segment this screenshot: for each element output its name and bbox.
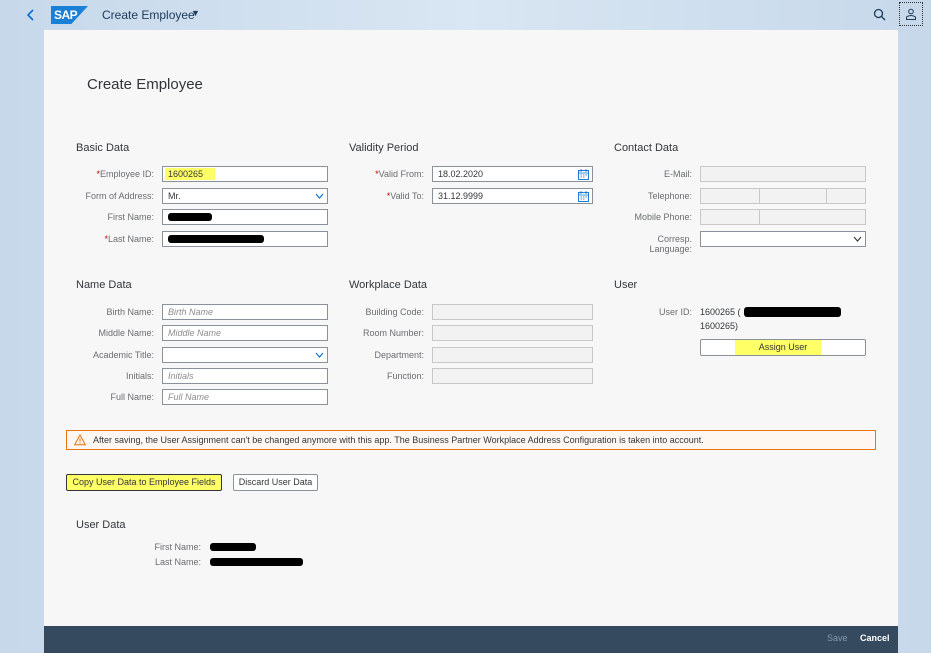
form-of-address-value: Mr. <box>168 191 181 201</box>
birth-name-input[interactable]: Birth Name <box>162 304 328 320</box>
redaction-mark <box>744 307 841 317</box>
valid-to-value: 31.12.9999 <box>438 191 484 201</box>
valid-to-label: *Valid To: <box>344 191 424 201</box>
assign-user-label: Assign User <box>758 342 808 352</box>
field-divider <box>759 210 760 224</box>
academic-title-select[interactable] <box>162 347 328 363</box>
full-name-label: Full Name: <box>110 392 154 402</box>
warning-message-strip: After saving, the User Assignment can't … <box>66 430 876 450</box>
valid-from-label-text: Valid From: <box>378 169 424 179</box>
initials-input[interactable]: Initials <box>162 368 328 384</box>
employee-id-label-text: Employee ID: <box>99 169 154 179</box>
name-data-title: Name Data <box>76 279 132 291</box>
back-icon <box>26 9 34 21</box>
building-code-input[interactable] <box>432 304 593 320</box>
discard-user-data-button[interactable]: Discard User Data <box>233 474 318 491</box>
search-button[interactable] <box>872 7 888 23</box>
contact-data-title: Contact Data <box>614 142 679 154</box>
email-label: E-Mail: <box>663 169 692 179</box>
room-number-label: Room Number: <box>362 328 424 338</box>
first-name-label: First Name: <box>107 212 154 222</box>
academic-title-label: Academic Title: <box>92 350 154 360</box>
calendar-icon[interactable] <box>578 191 589 202</box>
last-name-input[interactable] <box>162 231 328 247</box>
redaction-mark <box>168 213 212 221</box>
back-button[interactable] <box>22 6 40 24</box>
valid-to-label-text: Valid To: <box>390 191 424 201</box>
building-code-label: Building Code: <box>365 307 424 317</box>
redaction-mark <box>210 543 256 551</box>
employee-id-label: *Employee ID: <box>64 169 154 179</box>
chevron-down-icon <box>853 236 862 242</box>
valid-from-label: *Valid From: <box>344 169 424 179</box>
footer-toolbar: Save Cancel <box>44 626 898 653</box>
workplace-data-title: Workplace Data <box>349 279 428 291</box>
employee-id-value: 1600265 <box>168 169 204 179</box>
user-data-first-name-label: First Name: <box>154 542 201 552</box>
shell-bar: SAP Create Employee ▼ <box>0 0 931 30</box>
redaction-mark <box>210 558 303 566</box>
warning-icon <box>74 434 86 446</box>
email-input[interactable] <box>700 166 866 182</box>
birth-name-label: Birth Name: <box>106 307 154 317</box>
form-of-address-label: Form of Address: <box>85 191 154 201</box>
form-of-address-select[interactable]: Mr. <box>162 188 328 204</box>
full-name-input[interactable]: Full Name <box>162 389 328 405</box>
telephone-input[interactable] <box>700 188 866 204</box>
redaction-mark <box>168 235 264 243</box>
assign-user-button[interactable]: Assign User <box>700 339 866 356</box>
sap-logo: SAP <box>51 6 88 24</box>
room-number-input[interactable] <box>432 325 593 341</box>
function-input[interactable] <box>432 368 593 384</box>
chevron-down-icon[interactable]: ▼ <box>191 8 200 18</box>
middle-name-input[interactable]: Middle Name <box>162 325 328 341</box>
last-name-label-text: Last Name: <box>107 234 154 244</box>
save-button[interactable]: Save <box>827 633 848 643</box>
calendar-icon[interactable] <box>578 169 589 180</box>
initials-label: Initials: <box>125 371 154 381</box>
last-name-label: *Last Name: <box>64 234 154 244</box>
cancel-button[interactable]: Cancel <box>860 633 890 643</box>
user-id-value-line-1: 1600265 ( <box>700 307 741 317</box>
valid-from-value: 18.02.2020 <box>438 169 484 179</box>
validity-period-title: Validity Period <box>349 142 419 154</box>
copy-user-data-button[interactable]: Copy User Data to Employee Fields <box>66 474 222 491</box>
valid-to-input[interactable]: 31.12.9999 <box>432 188 593 204</box>
user-button[interactable] <box>899 2 923 26</box>
valid-from-input[interactable]: 18.02.2020 <box>432 166 593 182</box>
basic-data-title: Basic Data <box>76 142 130 154</box>
language-label-line-2: Language: <box>649 244 692 254</box>
search-icon <box>873 8 886 21</box>
user-id-value-line-2: 1600265) <box>700 321 739 331</box>
user-data-last-name-label: Last Name: <box>154 557 201 567</box>
user-id-label: User ID: <box>658 307 692 317</box>
employee-id-input[interactable]: 1600265 <box>162 166 328 182</box>
page-title: Create Employee <box>87 76 203 93</box>
warning-text: After saving, the User Assignment can't … <box>93 435 704 445</box>
chevron-down-icon <box>315 352 324 358</box>
language-label-line-1: Corresp. <box>657 234 692 244</box>
mobile-phone-input[interactable] <box>700 209 866 225</box>
middle-name-label: Middle Name: <box>98 328 154 338</box>
page: Create Employee Basic Data *Employee ID:… <box>44 30 898 653</box>
user-icon <box>906 8 916 20</box>
user-section-title: User <box>614 279 638 291</box>
field-divider <box>826 189 827 203</box>
telephone-label: Telephone: <box>647 191 692 201</box>
department-label: Department: <box>374 350 424 360</box>
app-title[interactable]: Create Employee <box>102 8 195 22</box>
mobile-phone-label: Mobile Phone: <box>634 212 692 222</box>
chevron-down-icon <box>315 193 324 199</box>
field-divider <box>759 189 760 203</box>
function-label: Function: <box>386 371 424 381</box>
first-name-input[interactable] <box>162 209 328 225</box>
language-select[interactable] <box>700 231 866 247</box>
language-label: Corresp. Language: <box>604 234 692 254</box>
department-input[interactable] <box>432 347 593 363</box>
user-data-title: User Data <box>76 519 126 531</box>
